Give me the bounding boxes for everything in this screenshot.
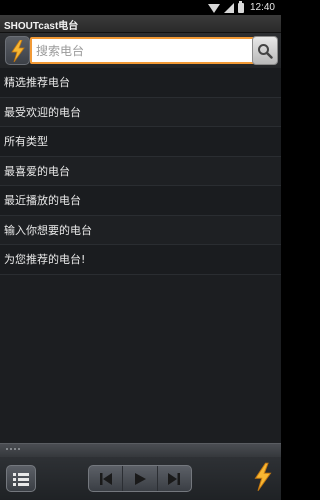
status-bar: 12:40 [0,0,281,15]
shoutcast-logo-icon [10,39,25,62]
menu-item-label: 为您推荐的电台! [4,253,86,267]
menu-item-recently-played[interactable]: 最近播放的电台 [0,186,281,216]
search-input[interactable] [30,37,256,64]
player-drawer-handle[interactable] [0,443,281,457]
menu-item-favorites[interactable]: 最喜爱的电台 [0,156,281,186]
menu-item-featured[interactable]: 精选推荐电台 [0,68,281,98]
list-icon [13,472,29,486]
shoutcast-logo[interactable] [252,461,274,493]
menu-item-enter-station[interactable]: 输入你想要的电台 [0,215,281,245]
bottom-toolbar [0,457,281,500]
search-bar [0,33,281,68]
menu-item-all-genres[interactable]: 所有类型 [0,127,281,157]
shoutcast-logo-button[interactable] [5,36,30,65]
menu-item-label: 最喜爱的电台 [4,164,70,178]
status-time: 12:40 [249,2,275,13]
menu-item-label: 精选推荐电台 [4,76,70,90]
menu-item-label: 输入你想要的电台 [4,223,92,237]
play-icon [134,472,146,485]
next-button[interactable] [158,466,191,491]
player-controls [88,465,192,492]
station-menu-list: 精选推荐电台 最受欢迎的电台 所有类型 最喜爱的电台 最近播放的电台 输入你想要… [0,68,281,275]
menu-item-label: 最近播放的电台 [4,194,81,208]
app-screen: 12:40 SHOUTcast电台 精选推荐电台 最受欢迎的电台 所有类型 [0,0,281,500]
play-button[interactable] [123,466,158,491]
signal-icon [223,2,234,13]
menu-item-recommended[interactable]: 为您推荐的电台! [0,245,281,275]
shoutcast-logo-icon [254,462,272,492]
grip-icon [6,448,20,450]
battery-icon [237,0,244,13]
wifi-icon [207,3,220,13]
search-icon [258,43,273,59]
title-bar: SHOUTcast电台 [0,15,281,33]
menu-item-most-popular[interactable]: 最受欢迎的电台 [0,97,281,127]
status-icons: 12:40 [207,0,275,14]
menu-item-label: 所有类型 [4,135,48,149]
search-button[interactable] [252,36,278,65]
skip-previous-icon [99,472,112,485]
previous-button[interactable] [89,466,124,491]
menu-item-label: 最受欢迎的电台 [4,105,81,119]
app-title: SHOUTcast电台 [4,21,79,32]
menu-button[interactable] [6,465,36,492]
skip-next-icon [168,472,181,485]
